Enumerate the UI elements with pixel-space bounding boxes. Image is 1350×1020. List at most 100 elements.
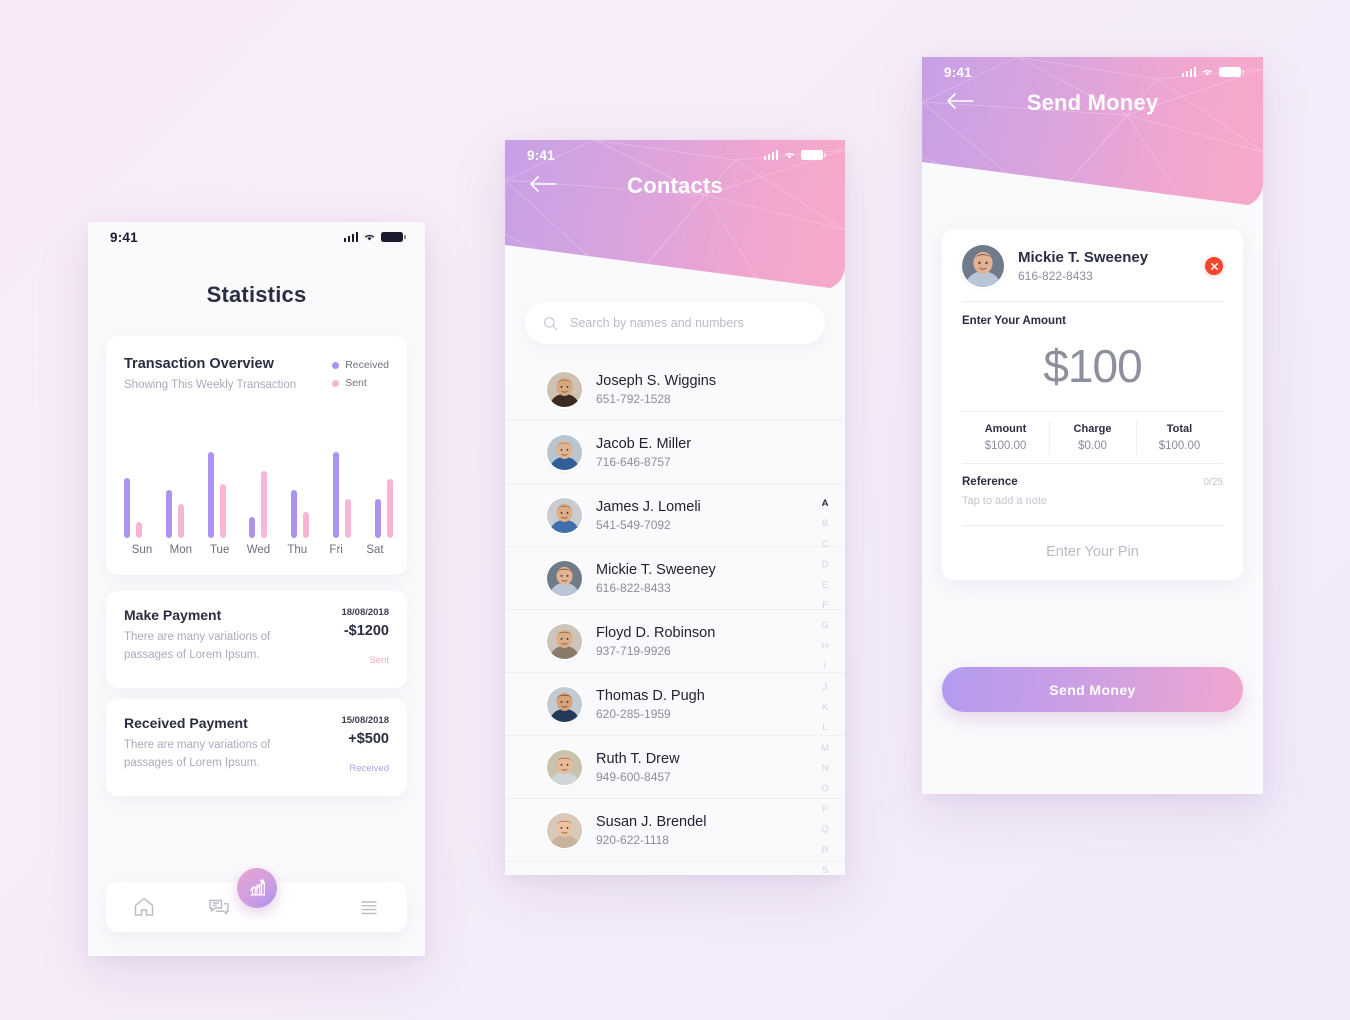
alphabet-index-letter[interactable]: Q — [821, 824, 828, 835]
contact-row[interactable]: Thomas D. Pugh 620-285-1959 — [505, 673, 845, 736]
status-bar-icons — [343, 231, 406, 243]
contact-row[interactable]: Floyd D. Robinson 937-719-9926 — [505, 610, 845, 673]
reference-input[interactable]: Tap to add a note — [962, 488, 1223, 526]
transaction-amount: -$1200 — [343, 623, 389, 639]
avatar — [547, 686, 582, 722]
alphabet-index-letter[interactable]: E — [822, 580, 828, 591]
chat-icon[interactable] — [207, 895, 231, 919]
cellular-signal-icon — [343, 232, 358, 242]
bar-x-label: Mon — [169, 544, 193, 556]
alphabet-index-letter[interactable]: P — [822, 804, 828, 815]
alphabet-index-letter[interactable]: D — [822, 559, 829, 570]
page-title: Statistics — [206, 282, 307, 307]
status-bar-icons — [763, 149, 826, 161]
total-cell-label: Total — [1166, 423, 1193, 435]
transaction-card-right: 15/08/2018 +$500 Received — [341, 715, 389, 774]
alphabet-index-letter[interactable]: C — [822, 539, 829, 550]
status-bar: 9:41 — [922, 57, 1263, 87]
transaction-card[interactable]: Make Payment There are many variations o… — [106, 591, 407, 688]
contact-row[interactable]: Ruth T. Drew 949-600-8457 — [505, 736, 845, 799]
contact-info: Susan J. Brendel 920-622-1118 — [596, 814, 706, 847]
alphabet-index-letter[interactable]: S — [822, 865, 828, 875]
bar-group — [207, 442, 226, 538]
cellular-signal-icon — [763, 150, 778, 160]
transaction-overview-card: Transaction Overview Showing This Weekly… — [106, 336, 407, 575]
bar-sent — [261, 470, 268, 538]
transaction-status-badge: Received — [349, 763, 389, 774]
alphabet-index-letter[interactable]: L — [822, 722, 827, 733]
bar-group — [124, 442, 142, 538]
bar-x-label: Thu — [287, 544, 308, 556]
bar-x-label: Wed — [246, 544, 271, 556]
total-cell-value: $100.00 — [984, 440, 1027, 452]
recipient-info: Mickie T. Sweeney 616-822-8433 — [1018, 249, 1148, 283]
bar-received — [291, 490, 298, 538]
close-circle-icon[interactable] — [1205, 257, 1223, 275]
search-input[interactable]: Search by names and numbers — [525, 302, 825, 344]
alphabet-index-letter[interactable]: K — [822, 702, 828, 713]
transaction-date: 15/08/2018 — [341, 715, 389, 726]
bar-received — [124, 477, 130, 538]
svg-text:$: $ — [260, 878, 263, 883]
status-bar-time: 9:41 — [110, 229, 138, 245]
alphabet-index-letter[interactable]: A — [822, 498, 829, 509]
contact-phone: 616-822-8433 — [596, 580, 671, 595]
contact-row[interactable]: Joseph S. Wiggins 651-792-1528 — [505, 358, 845, 421]
alphabet-index-letter[interactable]: G — [821, 620, 828, 631]
reference-counter: 0/25 — [1203, 477, 1223, 488]
contact-info: Thomas D. Pugh 620-285-1959 — [596, 688, 705, 721]
recipient-name: Mickie T. Sweeney — [1018, 249, 1149, 266]
contact-row[interactable]: James J. Lomeli 541-549-7092 — [505, 484, 845, 547]
home-icon[interactable] — [132, 895, 156, 919]
contact-name: James J. Lomeli — [596, 498, 701, 515]
contact-info: James J. Lomeli 541-549-7092 — [596, 499, 701, 532]
wifi-icon — [1201, 67, 1214, 77]
menu-icon[interactable] — [357, 895, 381, 919]
contact-phone: 541-549-7092 — [596, 517, 671, 532]
phone-screen-contacts: Contacts 9:41 Search by names and number… — [505, 140, 845, 875]
transaction-card-row: Received Payment There are many variatio… — [124, 715, 389, 774]
transaction-card-right: 18/08/2018 -$1200 Sent — [341, 607, 389, 666]
contact-row[interactable]: Susan J. Brendel 920-622-1118 — [505, 799, 845, 862]
bar-x-label: Sun — [131, 544, 153, 556]
search-placeholder: Search by names and numbers — [570, 316, 744, 330]
avatar — [547, 623, 582, 659]
avatar — [547, 434, 582, 470]
send-money-button[interactable]: Send Money — [942, 667, 1243, 712]
status-bar: 9:41 — [505, 140, 845, 170]
contact-info: Ruth T. Drew 949-600-8457 — [596, 751, 680, 784]
recipient-row[interactable]: Mickie T. Sweeney 616-822-8433 — [962, 245, 1223, 302]
alphabet-index-letter[interactable]: R — [822, 845, 829, 856]
alphabet-index-letter[interactable]: O — [821, 783, 828, 794]
bar-chart-plot — [124, 442, 393, 538]
pin-input[interactable]: Enter Your Pin — [962, 526, 1223, 580]
contact-phone: 937-719-9926 — [596, 643, 671, 658]
contact-row[interactable]: Mickie T. Sweeney 616-822-8433 — [505, 547, 845, 610]
alphabet-index[interactable]: ABCDEFGHIJKLMNOPQRS — [817, 498, 833, 875]
status-bar-time: 9:41 — [944, 64, 972, 80]
avatar — [547, 749, 582, 785]
contact-phone: 920-622-1118 — [596, 832, 669, 847]
alphabet-index-letter[interactable]: B — [822, 518, 828, 529]
contact-row[interactable]: Jacob E. Miller 716-646-8757 — [505, 421, 845, 484]
transaction-card[interactable]: Received Payment There are many variatio… — [106, 699, 407, 796]
total-cell-label: Amount — [984, 423, 1027, 435]
alphabet-index-letter[interactable]: J — [823, 682, 828, 693]
amount-value[interactable]: $100 — [962, 327, 1223, 411]
alphabet-index-letter[interactable]: F — [822, 600, 828, 611]
alphabet-index-letter[interactable]: H — [822, 641, 829, 652]
page-title: Send Money — [1026, 90, 1159, 115]
legend-item-received: Received — [332, 359, 389, 371]
totals-row: Amount $100.00 Charge $0.00 Total $100.0… — [962, 411, 1223, 464]
cellular-signal-icon — [1181, 67, 1196, 77]
send-money-card: Mickie T. Sweeney 616-822-8433 Enter You… — [942, 229, 1243, 580]
avatar — [962, 245, 1004, 287]
alphabet-index-letter[interactable]: N — [822, 763, 829, 774]
alphabet-index-letter[interactable]: M — [821, 743, 829, 754]
contact-name: Mickie T. Sweeney — [596, 561, 716, 578]
contact-name: Thomas D. Pugh — [596, 687, 705, 704]
stats-chart-icon[interactable]: $ — [236, 868, 277, 908]
battery-icon — [801, 149, 826, 161]
alphabet-index-letter[interactable]: I — [824, 661, 827, 672]
contact-info: Jacob E. Miller 716-646-8757 — [596, 436, 691, 469]
